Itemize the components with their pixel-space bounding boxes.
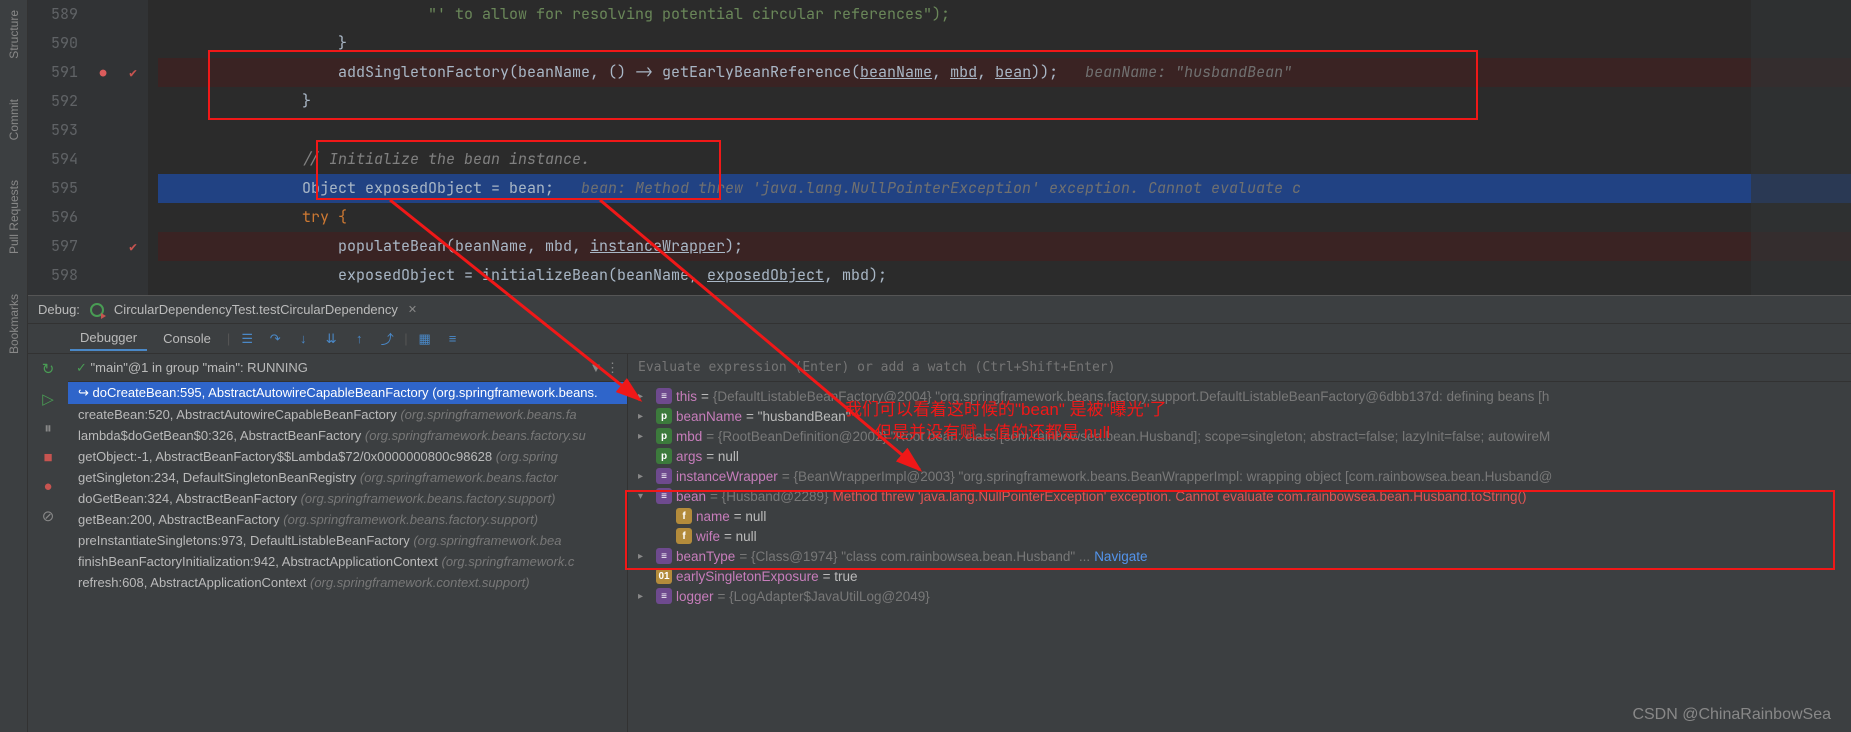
thread-selector[interactable]: "main"@1 in group "main": RUNNING — [91, 360, 308, 375]
view-breakpoints-icon[interactable]: ● — [43, 478, 52, 495]
code-editor[interactable]: 589 590 591 592 593 594 595 596 597 598 … — [28, 0, 1851, 295]
trace-icon[interactable]: ≡ — [442, 328, 464, 350]
watch-input[interactable] — [638, 360, 1841, 375]
stack-frame[interactable]: doGetBean:324, AbstractBeanFactory (org.… — [68, 488, 627, 509]
marker-gutter: ✔ ✔ — [118, 0, 148, 295]
rerun-icon[interactable]: ↻ — [42, 360, 55, 378]
resume-icon[interactable]: ▷ — [42, 390, 54, 408]
navigate-link[interactable]: Navigate — [1094, 549, 1147, 564]
breakpoint-gutter[interactable]: ● — [88, 0, 118, 295]
frames-panel: ✓ "main"@1 in group "main": RUNNING ▼ ⋮ … — [68, 354, 628, 732]
line-number-gutter: 589 590 591 592 593 594 595 596 597 598 — [28, 0, 88, 295]
minimap[interactable] — [1751, 0, 1851, 295]
step-out-icon[interactable]: ↑ — [348, 328, 370, 350]
rail-pull-requests[interactable]: Pull Requests — [7, 180, 21, 254]
tab-console[interactable]: Console — [153, 327, 221, 350]
show-execution-point-icon[interactable]: ☰ — [236, 328, 258, 350]
debug-panel: Debug: CircularDependencyTest.testCircul… — [28, 295, 1851, 732]
step-over-icon[interactable]: ↷ — [264, 328, 286, 350]
variables-tree[interactable]: ▸≡ this = {DefaultListableBeanFactory@20… — [628, 382, 1851, 732]
check-icon: ✔ — [129, 64, 137, 81]
stack-frame[interactable]: getObject:-1, AbstractBeanFactory$$Lambd… — [68, 446, 627, 467]
force-step-into-icon[interactable]: ⇊ — [320, 328, 342, 350]
debug-config-name[interactable]: CircularDependencyTest.testCircularDepen… — [114, 302, 398, 317]
step-into-icon[interactable]: ↓ — [292, 328, 314, 350]
stack-frame[interactable]: preInstantiateSingletons:973, DefaultLis… — [68, 530, 627, 551]
breakpoint-icon[interactable]: ● — [100, 67, 107, 81]
stack-frame[interactable]: getSingleton:234, DefaultSingletonBeanRe… — [68, 467, 627, 488]
inline-hint: bean: Method threw 'java.lang.NullPointe… — [581, 178, 1301, 198]
stack-frame[interactable]: refresh:608, AbstractApplicationContext … — [68, 572, 627, 593]
evaluate-icon[interactable]: ▦ — [414, 328, 436, 350]
watermark: CSDN @ChinaRainbowSea — [1632, 706, 1831, 724]
debug-label: Debug: — [38, 302, 80, 317]
drop-frame-icon[interactable]: ⤴ — [376, 328, 398, 350]
variables-panel: ▸≡ this = {DefaultListableBeanFactory@20… — [628, 354, 1851, 732]
inline-hint: beanName: "husbandBean" — [1085, 62, 1292, 82]
close-icon[interactable]: ✕ — [408, 303, 417, 316]
rail-commit[interactable]: Commit — [7, 99, 21, 140]
run-config-icon — [90, 303, 104, 317]
stop-icon[interactable]: ■ — [43, 449, 52, 466]
mute-breakpoints-icon[interactable]: ⊘ — [42, 507, 55, 525]
stack-frame[interactable]: getBean:200, AbstractBeanFactory (org.sp… — [68, 509, 627, 530]
stack-frame[interactable]: ↪ doCreateBean:595, AbstractAutowireCapa… — [68, 382, 627, 404]
pause-icon[interactable]: ⏸ — [44, 420, 52, 437]
rail-structure[interactable]: Structure — [7, 10, 21, 59]
rail-bookmarks[interactable]: Bookmarks — [7, 294, 21, 354]
stack-frame[interactable]: finishBeanFactoryInitialization:942, Abs… — [68, 551, 627, 572]
frames-list[interactable]: ↪ doCreateBean:595, AbstractAutowireCapa… — [68, 382, 627, 732]
filter-icon[interactable]: ▼ — [590, 360, 603, 375]
left-tool-rail: Structure Commit Pull Requests Bookmarks — [0, 0, 28, 732]
more-icon[interactable]: ⋮ — [606, 360, 619, 375]
stack-frame[interactable]: createBean:520, AbstractAutowireCapableB… — [68, 404, 627, 425]
check-icon: ✔ — [129, 238, 137, 255]
code-text: "' to allow for resolving potential circ… — [428, 4, 950, 24]
stack-frame[interactable]: lambda$doGetBean$0:326, AbstractBeanFact… — [68, 425, 627, 446]
tab-debugger[interactable]: Debugger — [70, 326, 147, 351]
